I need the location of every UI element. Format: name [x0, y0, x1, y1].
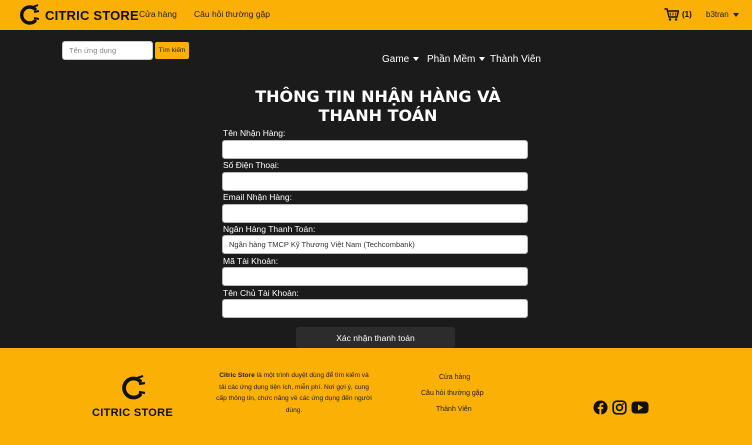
recipient-name-label: Tên Nhận Hàng: — [223, 128, 286, 138]
menu-software-label: Phần Mềm — [427, 54, 476, 65]
logo-icon — [20, 4, 40, 25]
email-field[interactable] — [222, 204, 528, 223]
account-holder-label: Tên Chủ Tài Khoản: — [223, 288, 299, 298]
youtube-icon[interactable] — [631, 401, 649, 419]
menu-game[interactable]: Game — [382, 54, 420, 65]
top-navbar: CITRIC STORE Cửa hàng Câu hỏi thường gặp… — [0, 0, 752, 30]
account-number-field[interactable] — [222, 267, 528, 286]
chevron-down-icon — [732, 12, 739, 17]
brand-name: CITRIC STORE — [45, 7, 139, 23]
footer-store-link[interactable]: Cửa hàng — [439, 374, 470, 381]
footer-brand: CITRIC STORE — [92, 407, 174, 419]
phone-label: Số Điện Thoại: — [223, 160, 280, 170]
cart-button[interactable]: (1) — [664, 8, 692, 21]
confirm-payment-button[interactable]: Xác nhận thanh toán — [296, 327, 455, 348]
phone-field[interactable] — [222, 172, 528, 191]
cart-count: (1) — [682, 10, 692, 19]
chevron-down-icon — [413, 57, 420, 62]
bank-label: Ngân Hàng Thanh Toán: — [223, 224, 316, 234]
recipient-name-field[interactable] — [222, 140, 528, 159]
account-holder-field[interactable] — [222, 299, 528, 318]
menu-software[interactable]: Phần Mềm — [427, 54, 486, 65]
footer: CITRIC STORE Citric Store là một trình d… — [0, 348, 752, 445]
footer-members-link[interactable]: Thành Viên — [436, 406, 472, 413]
footer-desc-brand: Citric Store — [219, 372, 255, 379]
bank-select[interactable]: Ngân hàng TMCP Kỹ Thương Việt Nam (Techc… — [222, 235, 528, 254]
facebook-icon[interactable] — [593, 400, 608, 420]
nav-faq-link[interactable]: Câu hỏi thường gặp — [194, 9, 270, 19]
footer-faq-link[interactable]: Câu hỏi thường gặp — [421, 390, 484, 397]
brand-link[interactable]: CITRIC STORE — [18, 3, 139, 27]
instagram-icon[interactable] — [612, 400, 627, 420]
email-label: Email Nhận Hàng: — [223, 192, 292, 202]
chevron-down-icon — [479, 57, 486, 62]
footer-description: Citric Store là một trình duyệt dùng để … — [216, 370, 372, 416]
user-menu[interactable]: b3tran — [706, 10, 739, 19]
social-links — [593, 400, 649, 420]
cart-icon — [664, 8, 679, 21]
search-button[interactable]: Tìm kiếm — [155, 42, 189, 59]
menu-game-label: Game — [382, 54, 410, 65]
menu-members[interactable]: Thành Viên — [490, 54, 541, 65]
search-input[interactable] — [62, 41, 153, 60]
user-name: b3tran — [706, 10, 729, 19]
page-title: THÔNG TIN NHẬN HÀNG VÀ THANH TOÁN — [255, 87, 501, 125]
nav-store-link[interactable]: Cửa hàng — [139, 9, 177, 19]
footer-logo-icon — [122, 375, 146, 400]
account-number-label: Mã Tài Khoản: — [223, 256, 279, 266]
